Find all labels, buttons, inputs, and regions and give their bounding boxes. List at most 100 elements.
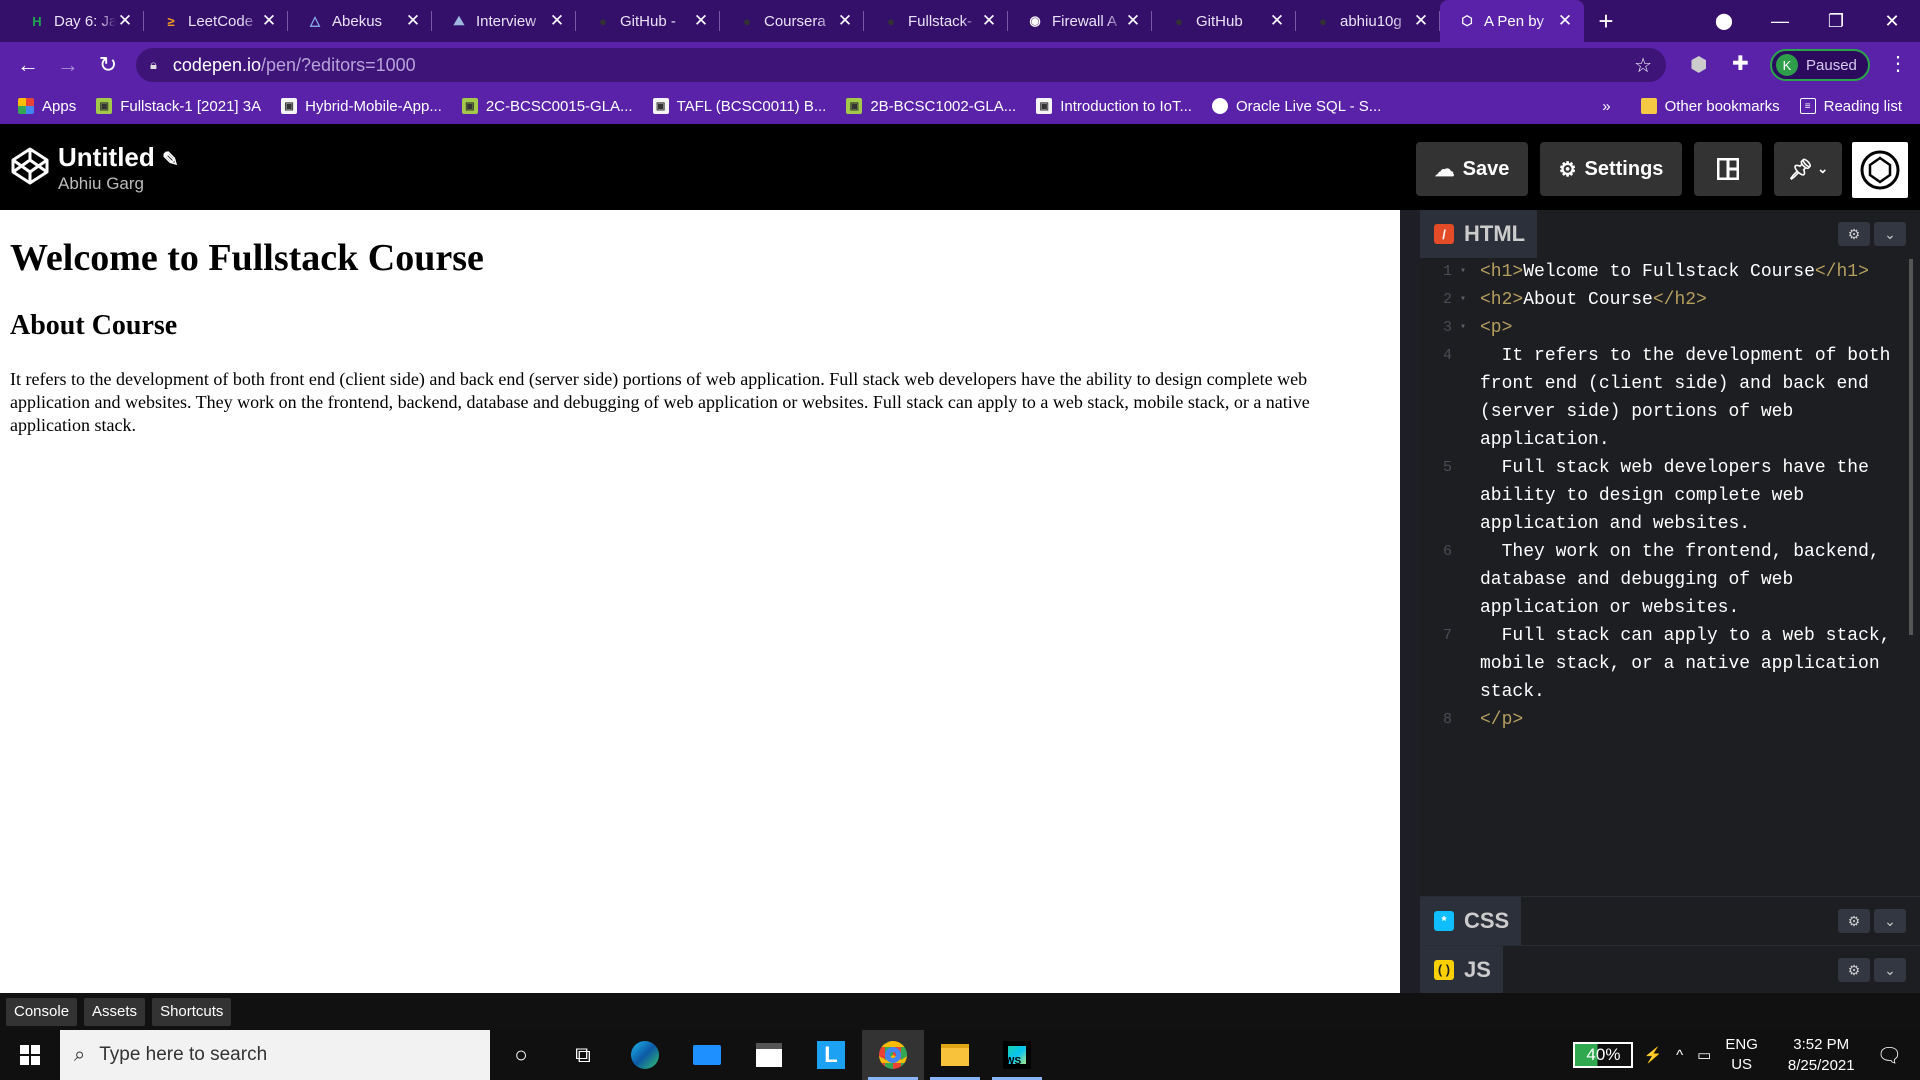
js-badge-icon: ( ) — [1434, 959, 1454, 980]
browser-tab[interactable]: ◉ Firewall A ✕ — [1008, 0, 1152, 42]
cortana-icon[interactable]: ○ — [490, 1030, 552, 1080]
webstorm-icon[interactable]: WS — [986, 1030, 1048, 1080]
tab-css[interactable]: * CSS — [1420, 896, 1522, 945]
bookmark-item[interactable]: ▣ 2C-BCSC0015-GLA... — [461, 98, 633, 115]
profile-menu-icon[interactable]: ⬤ — [1696, 11, 1752, 31]
reading-list-button[interactable]: ≡ Reading list — [1799, 98, 1902, 115]
browser-tab[interactable]: H Day 6: Jav✕ — [0, 0, 144, 42]
browser-tab[interactable]: △ Abekus ✕ — [288, 0, 432, 42]
css-collapse-button[interactable]: ⌄ — [1874, 909, 1906, 933]
bookmark-star-icon[interactable]: ☆ — [1634, 53, 1652, 78]
bookmarks-overflow-button[interactable]: » — [1602, 98, 1610, 115]
browser-tab[interactable]: ● abhiu10g ✕ — [1296, 0, 1440, 42]
address-bar[interactable]: 🔒︎ codepen.io/pen/?editors=1000 ☆ — [136, 48, 1666, 82]
browser-tab[interactable]: ⬡ A Pen by ✕ — [1440, 0, 1584, 42]
css-settings-button[interactable]: ⚙ — [1838, 909, 1870, 933]
task-view-icon[interactable]: ⧉ — [552, 1030, 614, 1080]
fold-marker-icon[interactable]: ▾ — [1456, 258, 1470, 286]
browser-tab[interactable]: ● GitHub - ✕ — [576, 0, 720, 42]
browser-menu-icon[interactable]: ⋮ — [1888, 51, 1908, 76]
bookmark-item[interactable]: ▣ Fullstack-1 [2021] 3A — [96, 98, 261, 115]
minimize-button[interactable]: — — [1752, 11, 1808, 32]
html-collapse-button[interactable]: ⌄ — [1874, 222, 1906, 246]
chrome-icon[interactable] — [862, 1030, 924, 1080]
bookmark-item[interactable]: Oracle Live SQL - S... — [1211, 98, 1381, 115]
fold-marker-icon[interactable] — [1456, 454, 1470, 538]
close-tab-icon[interactable]: ✕ — [548, 11, 566, 31]
tab-js[interactable]: ( ) JS — [1420, 945, 1503, 994]
close-tab-icon[interactable]: ✕ — [1556, 11, 1574, 31]
user-avatar[interactable] — [1852, 142, 1908, 198]
profile-button[interactable]: K Paused — [1770, 49, 1870, 81]
close-tab-icon[interactable]: ✕ — [1124, 11, 1142, 31]
fold-marker-icon[interactable] — [1456, 622, 1470, 706]
assets-button[interactable]: Assets — [84, 997, 146, 1026]
fold-marker-icon[interactable] — [1456, 342, 1470, 454]
edit-pencil-icon[interactable]: ✎ — [162, 149, 179, 171]
chevron-up-icon[interactable]: ^ — [1676, 1047, 1683, 1064]
forward-button[interactable]: → — [48, 52, 88, 78]
power-plug-icon[interactable]: ⚡ — [1643, 1046, 1662, 1064]
html-code-editor[interactable]: 1 ▾ <h1>Welcome to Fullstack Course</h1> 2 ▾… — [1420, 258, 1900, 890]
browser-tab[interactable]: ● GitHub ✕ — [1152, 0, 1296, 42]
fold-marker-icon[interactable]: ▾ — [1456, 314, 1470, 342]
settings-button[interactable]: ⚙ Settings — [1540, 142, 1682, 196]
bookmark-item[interactable]: Apps — [18, 98, 76, 115]
notification-icon[interactable]: 🗨︎ — [1877, 1043, 1902, 1068]
file-explorer-icon[interactable] — [924, 1030, 986, 1080]
console-button[interactable]: Console — [6, 997, 78, 1026]
bookmark-item[interactable]: ▣ Hybrid-Mobile-App... — [281, 98, 442, 115]
clock[interactable]: 3:52 PM 8/25/2021 — [1788, 1034, 1855, 1076]
network-icon[interactable]: ▭ — [1697, 1046, 1711, 1064]
resize-divider[interactable] — [1400, 210, 1420, 993]
close-tab-icon[interactable]: ✕ — [404, 11, 422, 31]
back-button[interactable]: ← — [8, 52, 48, 78]
fold-marker-icon[interactable] — [1456, 538, 1470, 622]
browser-tab[interactable]: ≥ LeetCode ✕ — [144, 0, 288, 42]
browser-tab[interactable]: ● Coursera ✕ — [720, 0, 864, 42]
save-button[interactable]: ☁ Save — [1416, 142, 1528, 196]
other-bookmarks-folder[interactable]: Other bookmarks — [1640, 98, 1780, 115]
bookmark-item[interactable]: ▣ TAFL (BCSC0011) B... — [652, 98, 826, 115]
editor-scrollbar[interactable] — [1909, 259, 1913, 635]
browser-tab[interactable]: ⛰ Interview ✕ — [432, 0, 576, 42]
start-button[interactable] — [0, 1030, 60, 1080]
js-collapse-button[interactable]: ⌄ — [1874, 958, 1906, 982]
l-app-icon[interactable]: L — [800, 1030, 862, 1080]
reload-button[interactable]: ↻ — [88, 52, 128, 78]
taskbar-search-input[interactable]: ⌕ Type here to search — [60, 1030, 490, 1080]
extensions-puzzle-icon[interactable]: ✚ — [1732, 51, 1749, 76]
pen-title[interactable]: Untitled ✎ — [58, 142, 179, 173]
bookmarks-bar: Apps ▣ Fullstack-1 [2021] 3A ▣ Hybrid-Mobile… — [0, 88, 1920, 124]
close-tab-icon[interactable]: ✕ — [1268, 11, 1286, 31]
tab-html[interactable]: / HTML — [1420, 210, 1538, 258]
close-tab-icon[interactable]: ✕ — [692, 11, 710, 31]
code-line: 1 ▾ <h1>Welcome to Fullstack Course</h1> — [1420, 258, 1900, 286]
mail-icon[interactable] — [676, 1030, 738, 1080]
extension-icon[interactable]: ⬢ — [1690, 52, 1707, 77]
edge-icon[interactable] — [614, 1030, 676, 1080]
input-language[interactable]: ENG US — [1725, 1035, 1758, 1075]
pen-author[interactable]: Abhiu Garg — [58, 174, 144, 194]
close-tab-icon[interactable]: ✕ — [1412, 11, 1430, 31]
close-tab-icon[interactable]: ✕ — [260, 11, 278, 31]
js-settings-button[interactable]: ⚙ — [1838, 958, 1870, 982]
shortcuts-button[interactable]: Shortcuts — [152, 997, 232, 1026]
close-tab-icon[interactable]: ✕ — [980, 11, 998, 31]
battery-indicator[interactable]: 40% — [1573, 1042, 1634, 1068]
new-tab-button[interactable]: + — [1584, 6, 1628, 37]
browser-tab[interactable]: ● Fullstack- ✕ — [864, 0, 1008, 42]
close-tab-icon[interactable]: ✕ — [116, 11, 134, 31]
change-view-button[interactable] — [1694, 142, 1762, 196]
fold-marker-icon[interactable] — [1456, 706, 1470, 734]
close-window-button[interactable]: ✕ — [1864, 11, 1920, 32]
bookmark-item[interactable]: ▣ Introduction to IoT... — [1036, 98, 1192, 115]
html-settings-button[interactable]: ⚙ — [1838, 222, 1870, 246]
close-tab-icon[interactable]: ✕ — [836, 11, 854, 31]
store-icon[interactable] — [738, 1030, 800, 1080]
fold-marker-icon[interactable]: ▾ — [1456, 286, 1470, 314]
codepen-logo-icon[interactable] — [10, 146, 50, 186]
bookmark-item[interactable]: ▣ 2B-BCSC1002-GLA... — [846, 98, 1016, 115]
pin-menu-button[interactable]: 📌︎ ⌄ — [1774, 142, 1842, 196]
maximize-button[interactable]: ❐ — [1808, 11, 1864, 32]
